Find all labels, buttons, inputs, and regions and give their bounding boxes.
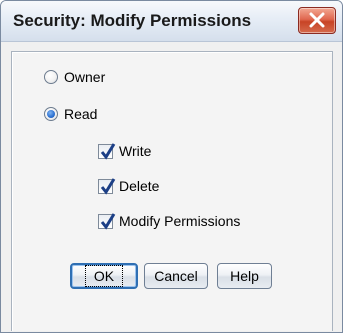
modify-permissions-option[interactable]: Modify Permissions: [98, 211, 240, 231]
owner-label: Owner: [64, 69, 106, 85]
read-radio[interactable]: [44, 107, 58, 121]
permissions-panel: Owner Read Write Delete Modify Permissio…: [11, 51, 333, 331]
write-label: Write: [119, 143, 152, 159]
read-option[interactable]: Read: [44, 104, 97, 124]
owner-option[interactable]: Owner: [44, 67, 105, 87]
modify-permissions-checkbox[interactable]: [98, 212, 116, 230]
ok-label: OK: [84, 265, 124, 287]
delete-option[interactable]: Delete: [98, 176, 159, 196]
help-button[interactable]: Help: [217, 263, 272, 289]
checkmark-icon: [100, 177, 116, 195]
write-option[interactable]: Write: [98, 141, 151, 161]
close-button[interactable]: [298, 7, 336, 34]
close-icon: [309, 12, 325, 28]
delete-label: Delete: [119, 178, 160, 194]
permissions-dialog: Security: Modify Permissions Owner Read …: [0, 0, 343, 333]
delete-checkbox[interactable]: [98, 177, 116, 195]
dialog-title: Security: Modify Permissions: [13, 11, 252, 30]
title-bar[interactable]: Security: Modify Permissions: [1, 1, 342, 42]
write-checkbox[interactable]: [98, 142, 116, 160]
checkmark-icon: [100, 142, 116, 160]
ok-button[interactable]: OK: [70, 263, 138, 289]
checkmark-icon: [100, 212, 116, 230]
read-label: Read: [64, 106, 98, 122]
cancel-button[interactable]: Cancel: [144, 263, 208, 289]
owner-radio[interactable]: [44, 70, 58, 84]
modify-permissions-label: Modify Permissions: [119, 213, 241, 229]
